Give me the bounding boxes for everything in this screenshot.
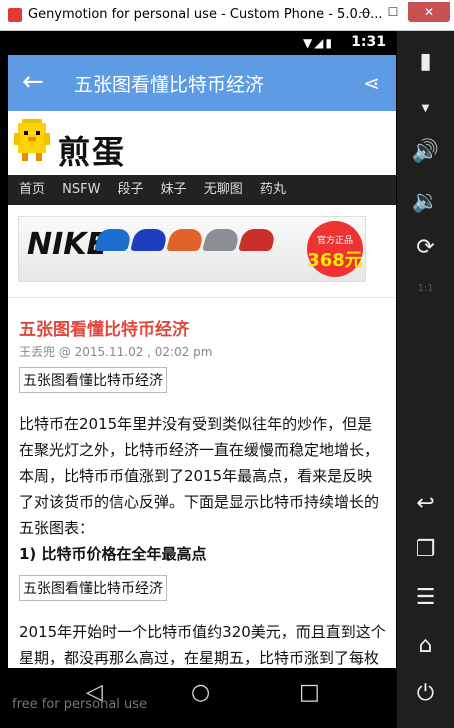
article-title[interactable]: 五张图看懂比特币经济 (19, 315, 189, 340)
article-image-placeholder[interactable]: 五张图看懂比特币经济 (19, 367, 167, 393)
divider (8, 297, 396, 298)
article-heading: 1) 比特币价格在全年最高点 (19, 545, 207, 563)
chevron-down-icon[interactable]: ▼ (397, 103, 454, 114)
nav-home-icon[interactable]: ○ (191, 680, 210, 705)
status-time: 1:31 (351, 34, 386, 50)
power-icon[interactable]: ⏻ (397, 681, 454, 706)
app-bar-title: 五张图看懂比特币经济 (74, 74, 265, 96)
genymotion-icon (8, 8, 22, 22)
emulator-side-panel: ▮ ▼ 🔊 🔉 ⟳ 1:1 ↩ ❐ ☰ ⌂ ⏻ (397, 31, 454, 728)
site-nav: 首页 NSFW 段子 妹子 无聊图 药丸 (8, 175, 396, 205)
back-icon[interactable]: ↩ (397, 491, 454, 516)
status-bar: ▼◢▮ 1:31 (8, 31, 396, 55)
app-bar: ← 五张图看懂比特币经济 ⋖ (8, 55, 396, 111)
menu-icon[interactable]: ☰ (397, 585, 454, 610)
battery-icon[interactable]: ▮ (397, 49, 454, 74)
article-image-placeholder[interactable]: 五张图看懂比特币经济 (19, 575, 167, 601)
volume-down-icon[interactable]: 🔉 (397, 189, 454, 214)
nav-item-girls[interactable]: 妹子 (161, 175, 187, 205)
pixel-perfect-icon[interactable]: 1:1 (397, 283, 454, 294)
nav-item-pills[interactable]: 药丸 (260, 175, 286, 205)
minimize-button[interactable]: — (352, 2, 378, 22)
phone-screen: ▼◢▮ 1:31 ← 五张图看懂比特币经济 ⋖ 煎蛋 首页 NSFW 段子 妹子… (8, 31, 396, 668)
chick-logo-icon (14, 119, 50, 161)
article-paragraph: 2015年开始时一个比特币值约320美元，而且直到这个星期，都没再那么高过，在星… (19, 623, 386, 667)
window-title: Genymotion for personal use - Custom Pho… (28, 7, 383, 22)
nav-item-boring-pics[interactable]: 无聊图 (204, 175, 243, 205)
nav-item-home[interactable]: 首页 (19, 175, 45, 205)
recent-apps-icon[interactable]: ❐ (397, 537, 454, 562)
nav-item-nsfw[interactable]: NSFW (62, 175, 100, 205)
shoe-images (94, 229, 277, 255)
nav-recents-icon[interactable]: □ (299, 680, 320, 705)
signal-wifi-battery-icons: ▼◢▮ (302, 36, 334, 50)
article-paragraph: 比特币在2015年里并没有受到类似往年的炒作，但是在聚光灯之外，比特币经济一直在… (19, 415, 380, 537)
nav-item-jokes[interactable]: 段子 (118, 175, 144, 205)
site-header: 煎蛋 (8, 111, 396, 175)
volume-up-icon[interactable]: 🔊 (397, 139, 454, 164)
nike-ad-banner[interactable]: NIKE 官方正品 368元 (18, 216, 366, 282)
price-badge: 官方正品 368元 (307, 221, 363, 277)
share-icon[interactable]: ⋖ (363, 71, 380, 95)
article-meta: 王丢兜 @ 2015.11.02 , 02:02 pm (19, 345, 213, 359)
rotate-icon[interactable]: ⟳ (397, 235, 454, 260)
webview-content[interactable]: 煎蛋 首页 NSFW 段子 妹子 无聊图 药丸 NIKE 官方正品 368元 五… (8, 111, 396, 668)
maximize-button[interactable]: ☐ (380, 2, 406, 22)
close-button[interactable]: ✕ (408, 2, 450, 22)
watermark: free for personal use (12, 697, 148, 712)
window-title-bar: Genymotion for personal use - Custom Pho… (0, 0, 454, 31)
site-logo-text: 煎蛋 (58, 133, 127, 171)
home-icon[interactable]: ⌂ (397, 633, 454, 658)
back-arrow-icon[interactable]: ← (22, 67, 44, 97)
